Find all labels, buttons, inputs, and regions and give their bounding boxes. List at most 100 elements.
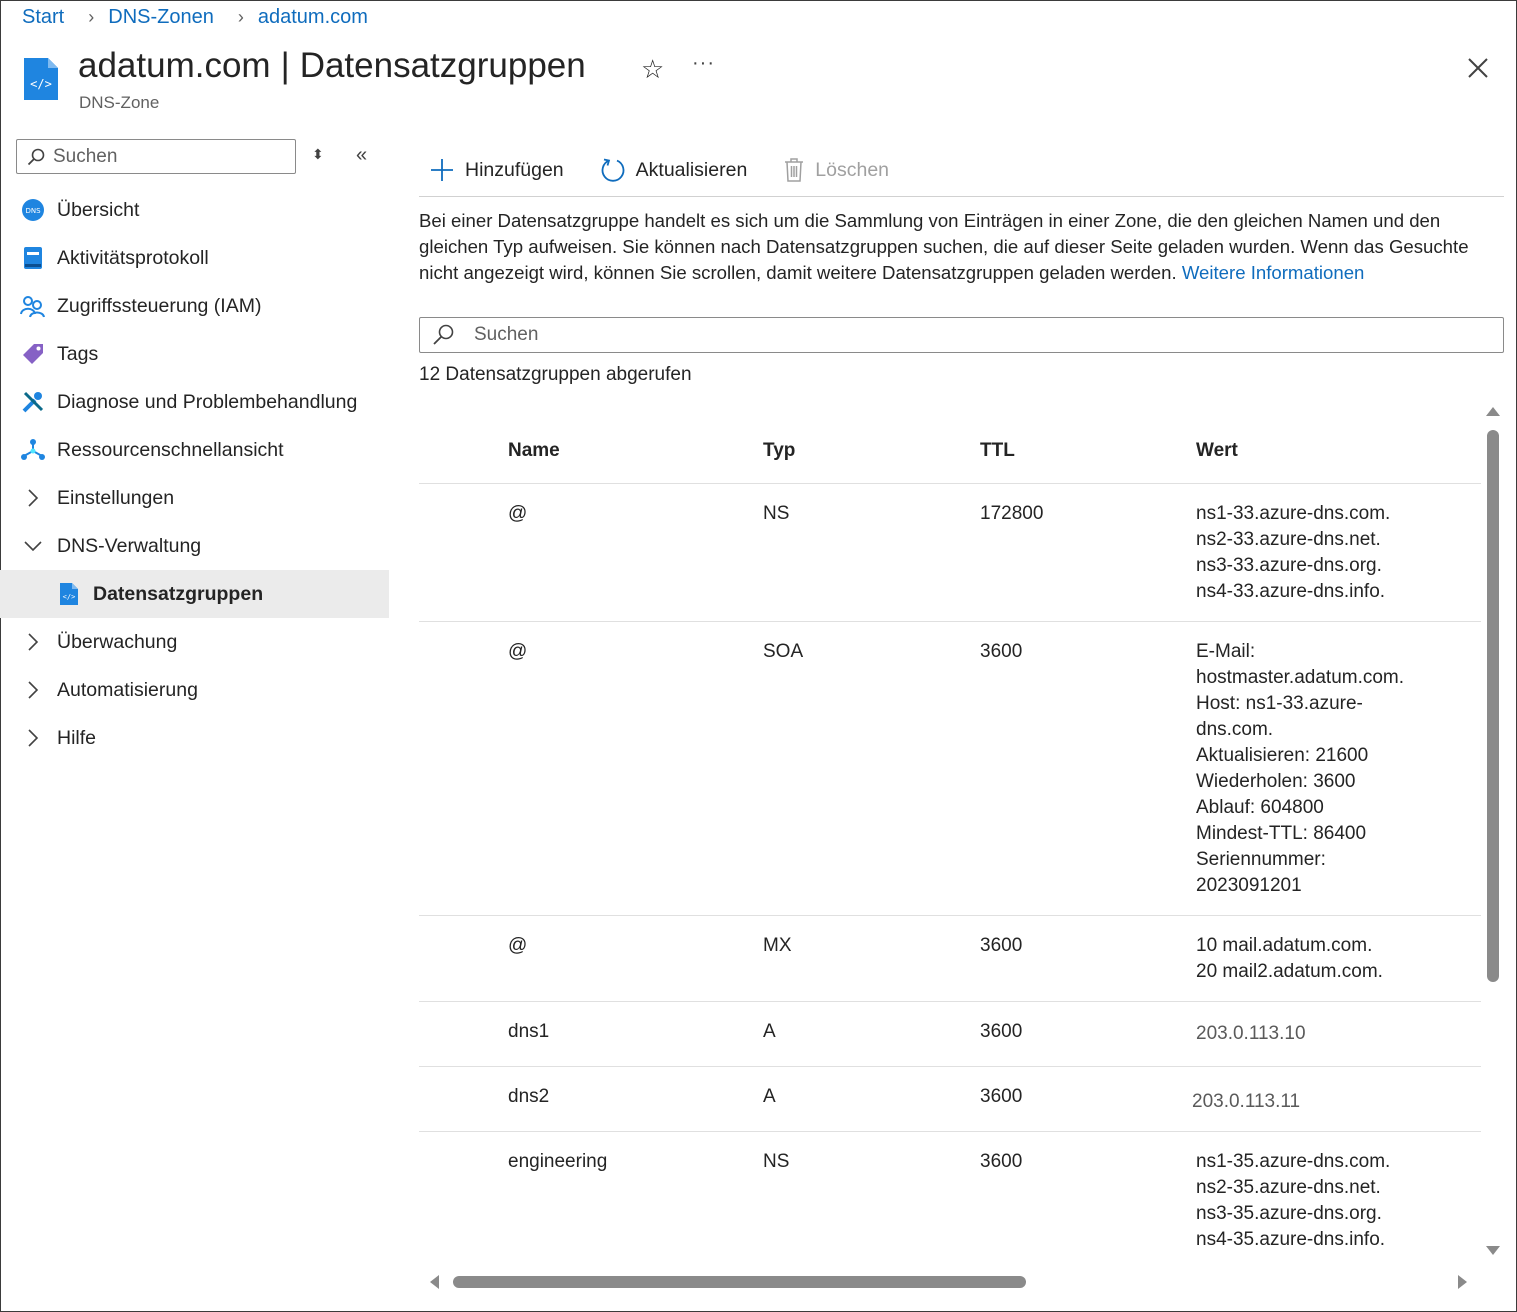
sidebar-item-activity-log[interactable]: Aktivitätsprotokoll: [0, 234, 389, 282]
activity-log-icon: [20, 245, 46, 271]
column-header-ttl[interactable]: TTL: [980, 440, 1015, 462]
sidebar-item-settings[interactable]: Einstellungen: [0, 474, 389, 522]
value-line: Host: ns1-33.azure-: [1196, 693, 1363, 714]
collapse-sidebar-icon[interactable]: «: [356, 144, 367, 167]
cell-type: A: [763, 1086, 776, 1107]
close-icon[interactable]: [1466, 56, 1490, 80]
cell-name[interactable]: @: [508, 933, 527, 959]
command-bar: Hinzufügen Aktualisieren Löschen: [419, 150, 1504, 197]
scroll-down-arrow-icon[interactable]: [1485, 1244, 1501, 1258]
sidebar-item-label: Ressourcenschnellansicht: [57, 438, 284, 461]
scroll-left-arrow-icon[interactable]: [427, 1274, 441, 1290]
vertical-scroll-thumb[interactable]: [1487, 430, 1499, 982]
cell-name[interactable]: dns2: [508, 1084, 549, 1110]
svg-text:</>: </>: [30, 77, 52, 91]
cell-type: A: [763, 1021, 776, 1042]
sidebar-item-label: Tags: [57, 342, 99, 365]
plus-icon: [429, 157, 455, 183]
sidebar-item-label: Diagnose und Problembehandlung: [57, 390, 358, 413]
chevron-right-icon: [20, 725, 46, 751]
dns-icon: DNS: [20, 197, 46, 223]
sidebar-item-help[interactable]: Hilfe: [0, 714, 389, 762]
cell-name[interactable]: @: [508, 501, 527, 527]
resource-name: adatum.com: [78, 46, 271, 85]
cell-type: NS: [763, 1151, 790, 1172]
sidebar-item-record-sets[interactable]: </> Datensatzgruppen: [0, 570, 389, 618]
value-line: ns3-35.azure-dns.org.: [1196, 1203, 1382, 1224]
result-count: 12 Datensatzgruppen abgerufen: [419, 364, 692, 385]
horizontal-scroll-thumb[interactable]: [453, 1276, 1026, 1288]
record-sets-table: Name Typ TTL Wert @ NS 172800 ns1-33.azu…: [419, 420, 1481, 1265]
cell-value: E-Mail: hostmaster.adatum.com. Host: ns1…: [1196, 639, 1436, 899]
cell-type: NS: [763, 503, 790, 524]
sidebar-item-tags[interactable]: Tags: [0, 330, 389, 378]
page-name: Datensatzgruppen: [299, 46, 586, 85]
table-header: Name Typ TTL Wert: [419, 420, 1481, 484]
horizontal-scrollbar[interactable]: [419, 1268, 1481, 1296]
records-search-input[interactable]: [474, 324, 1374, 346]
resource-type: DNS-Zone: [79, 93, 160, 112]
sidebar-item-diagnose[interactable]: Diagnose und Problembehandlung: [0, 378, 389, 426]
add-button[interactable]: Hinzufügen: [419, 150, 564, 190]
svg-text:</>: </>: [63, 593, 76, 601]
record-sets-icon: </>: [56, 581, 82, 607]
sidebar-item-dns-management[interactable]: DNS-Verwaltung: [0, 522, 389, 570]
breadcrumb-dns-zones[interactable]: DNS-Zonen: [108, 6, 214, 29]
cell-ttl: 3600: [980, 641, 1023, 662]
chevron-right-icon: [20, 629, 46, 655]
value-line: ns3-33.azure-dns.org.: [1196, 555, 1382, 576]
value-line: hostmaster.adatum.com.: [1196, 667, 1405, 688]
more-options-button[interactable]: ···: [692, 52, 715, 75]
sidebar-item-resource-visualizer[interactable]: Ressourcenschnellansicht: [0, 426, 389, 474]
cell-name[interactable]: dns1: [508, 1019, 549, 1045]
table-row[interactable]: engineering NS 3600 ns1-35.azure-dns.com…: [419, 1132, 1481, 1265]
value-line: ns2-35.azure-dns.net.: [1196, 1177, 1381, 1198]
table-row[interactable]: dns1 A 3600 203.0.113.10: [419, 1002, 1481, 1067]
refresh-button-label: Aktualisieren: [635, 158, 748, 181]
trash-icon: [783, 157, 805, 183]
table-row[interactable]: @ MX 3600 10 mail.adatum.com. 20 mail2.a…: [419, 916, 1481, 1002]
learn-more-link[interactable]: Weitere Informationen: [1182, 262, 1365, 283]
vertical-scrollbar[interactable]: [1484, 404, 1502, 1264]
value-line: 10 mail.adatum.com.: [1196, 935, 1373, 956]
breadcrumb-zone[interactable]: adatum.com: [258, 6, 368, 29]
iam-icon: [20, 293, 46, 319]
refresh-button[interactable]: Aktualisieren: [590, 150, 748, 190]
value-line: 203.0.113.11: [1192, 1091, 1301, 1112]
sidebar-search[interactable]: [16, 139, 296, 174]
value-line: Aktualisieren: 21600: [1196, 745, 1369, 766]
sidebar-item-label: Zugriffssteuerung (IAM): [57, 294, 262, 317]
favorite-star-icon[interactable]: ☆: [641, 54, 664, 85]
value-line: ns1-35.azure-dns.com.: [1196, 1151, 1391, 1172]
sidebar-item-label: Hilfe: [57, 726, 97, 749]
sidebar-item-automation[interactable]: Automatisierung: [0, 666, 389, 714]
cell-value: 10 mail.adatum.com. 20 mail2.adatum.com.: [1196, 933, 1436, 985]
sidebar-item-iam[interactable]: Zugriffssteuerung (IAM): [0, 282, 389, 330]
scroll-up-arrow-icon[interactable]: [1485, 404, 1501, 418]
page-title: adatum.com | Datensatzgruppen: [78, 46, 586, 86]
table-row[interactable]: @ SOA 3600 E-Mail: hostmaster.adatum.com…: [419, 622, 1481, 916]
sidebar-search-input[interactable]: [53, 145, 273, 168]
breadcrumb: Start › DNS-Zonen › adatum.com: [22, 6, 368, 29]
scroll-right-arrow-icon[interactable]: [1456, 1274, 1470, 1290]
cell-value: 203.0.113.11: [1192, 1089, 1432, 1115]
sidebar-item-monitoring[interactable]: Überwachung: [0, 618, 389, 666]
sort-updown-icon[interactable]: ⬍: [312, 146, 324, 163]
column-header-name[interactable]: Name: [508, 440, 560, 462]
cell-name[interactable]: @: [508, 639, 527, 665]
records-search[interactable]: [419, 317, 1504, 353]
svg-text:DNS: DNS: [25, 207, 41, 215]
cell-ttl: 172800: [980, 503, 1044, 524]
resource-visualizer-icon: [20, 437, 46, 463]
breadcrumb-start[interactable]: Start: [22, 6, 64, 29]
delete-button[interactable]: Löschen: [773, 150, 889, 190]
sidebar-item-label: Übersicht: [57, 198, 140, 221]
sidebar-item-label: Automatisierung: [57, 678, 198, 701]
column-header-value[interactable]: Wert: [1196, 440, 1436, 462]
cell-type: SOA: [763, 641, 804, 662]
table-row[interactable]: dns2 A 3600 203.0.113.11: [419, 1067, 1481, 1132]
column-header-type[interactable]: Typ: [763, 440, 795, 462]
table-row[interactable]: @ NS 172800 ns1-33.azure-dns.com. ns2-33…: [419, 484, 1481, 622]
cell-name[interactable]: engineering: [508, 1149, 607, 1175]
sidebar-item-overview[interactable]: DNS Übersicht: [0, 186, 389, 234]
